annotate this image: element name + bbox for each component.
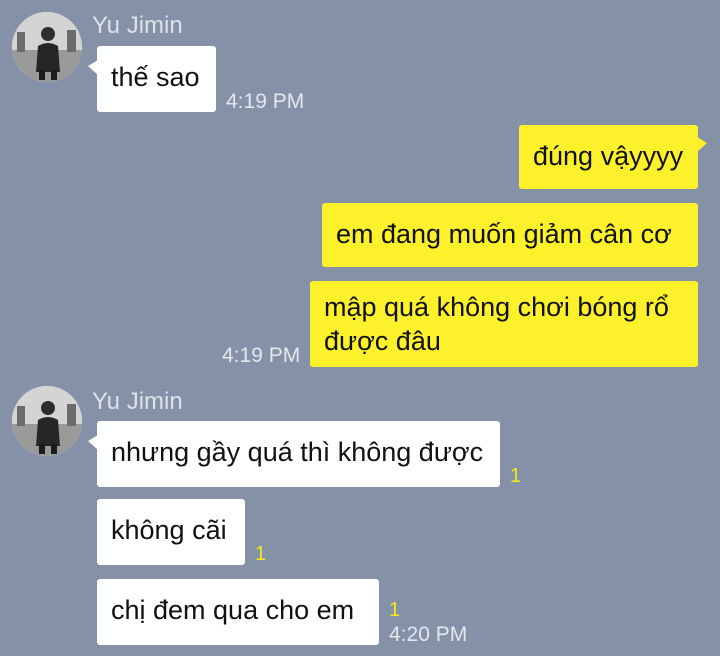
unread-count: 1 <box>510 465 522 487</box>
sender-name: Yu Jimin <box>92 12 183 39</box>
avatar[interactable] <box>12 12 82 82</box>
profile-photo-icon <box>12 12 82 82</box>
message-bubble[interactable]: nhưng gầy quá thì không được <box>88 421 500 487</box>
message-bubble[interactable]: đúng vậyyyy <box>519 125 707 189</box>
message-timestamp: 4:19 PM <box>222 344 301 367</box>
avatar[interactable] <box>12 386 82 456</box>
message-bubble[interactable]: thế sao <box>88 46 216 112</box>
message-bubble[interactable]: em đang muốn giảm cân cơ <box>322 203 698 267</box>
message-timestamp: 4:20 PM <box>389 623 468 646</box>
message-bubble[interactable]: chị đem qua cho em <box>97 579 379 645</box>
profile-photo-icon <box>12 386 82 456</box>
message-bubble[interactable]: không cãi <box>97 499 245 565</box>
sender-name: Yu Jimin <box>92 388 183 415</box>
message-bubble[interactable]: mập quá không chơi bóng rổ được đâu <box>310 281 698 367</box>
message-timestamp: 4:19 PM <box>226 90 305 113</box>
unread-count: 1 <box>255 543 267 565</box>
unread-count: 1 <box>389 599 401 621</box>
